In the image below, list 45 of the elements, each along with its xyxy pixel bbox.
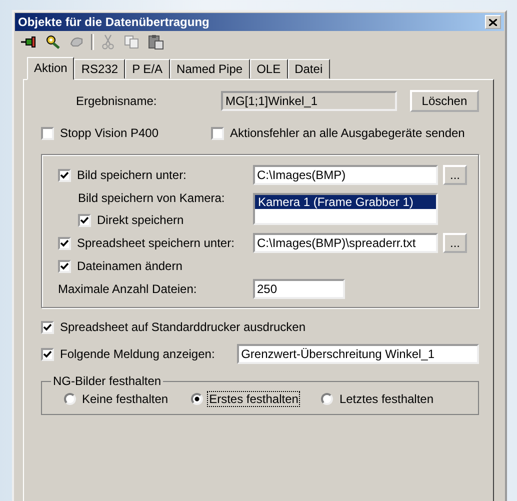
checkbox[interactable] bbox=[78, 214, 91, 226]
radio-label: Erstes festhalten bbox=[208, 392, 300, 406]
tab[interactable]: Named Pipe bbox=[170, 59, 250, 79]
checkbox-label: Aktionsfehler an alle Ausgabegeräte senden bbox=[230, 126, 465, 140]
tab[interactable]: Datei bbox=[288, 59, 330, 79]
checkbox[interactable] bbox=[41, 126, 54, 140]
close-icon bbox=[489, 18, 497, 26]
radio-button[interactable] bbox=[64, 393, 76, 405]
path-field[interactable]: C:\Images(BMP) bbox=[253, 165, 438, 185]
checkbox[interactable] bbox=[41, 348, 54, 360]
checkbox[interactable] bbox=[41, 320, 54, 334]
checkbox[interactable] bbox=[58, 236, 71, 250]
checkbox-label: Direkt speichern bbox=[97, 213, 184, 227]
checkbox-label: Stopp Vision P400 bbox=[60, 126, 159, 140]
paste-icon[interactable] bbox=[146, 33, 166, 51]
field-label: Ergebnisname: bbox=[75, 94, 158, 108]
checkbox-label: Spreadsheet speichern unter: bbox=[77, 236, 234, 250]
radio-label: Letztes festhalten bbox=[338, 392, 435, 406]
field-label: Maximale Anzahl Dateien: bbox=[58, 282, 198, 296]
checkbox-label: Spreadsheet auf Standarddrucker ausdrucken bbox=[60, 320, 306, 334]
tab[interactable]: Aktion bbox=[27, 57, 74, 80]
browse-button[interactable]: ... bbox=[443, 233, 467, 253]
checkbox[interactable] bbox=[58, 168, 71, 182]
tab[interactable]: RS232 bbox=[74, 59, 126, 79]
window-title: Objekte für die Datenübertragung bbox=[18, 15, 210, 29]
result-name-field[interactable]: MG[1;1]Winkel_1 bbox=[221, 91, 397, 111]
browse-button[interactable]: ... bbox=[443, 165, 467, 185]
radio-button[interactable] bbox=[321, 393, 334, 405]
radio-label: Keine festhalten bbox=[81, 392, 170, 406]
message-field[interactable]: Grenzwert-Überschreitung Winkel_1 bbox=[237, 344, 479, 364]
tab[interactable]: P E/A bbox=[125, 59, 170, 79]
max-files-field[interactable]: 250 bbox=[253, 279, 345, 299]
field-label: Bild speichern von Kamera: bbox=[78, 191, 226, 205]
close-button[interactable] bbox=[485, 15, 501, 29]
checkbox-label: Bild speichern unter: bbox=[77, 168, 186, 182]
path-field[interactable]: C:\Images(BMP)\spreaderr.txt bbox=[253, 233, 438, 253]
group-title: NG-Bilder festhalten bbox=[52, 374, 162, 388]
checkbox[interactable] bbox=[58, 260, 71, 272]
radio-button[interactable] bbox=[191, 393, 204, 405]
delete-button[interactable]: Löschen bbox=[410, 90, 479, 112]
checkbox[interactable] bbox=[211, 126, 224, 140]
list-item[interactable]: Kamera 1 (Frame Grabber 1) bbox=[255, 195, 436, 209]
tab[interactable]: OLE bbox=[250, 59, 288, 79]
checkbox-label: Dateinamen ändern bbox=[77, 259, 182, 273]
checkbox-label: Folgende Meldung anzeigen: bbox=[60, 347, 215, 361]
